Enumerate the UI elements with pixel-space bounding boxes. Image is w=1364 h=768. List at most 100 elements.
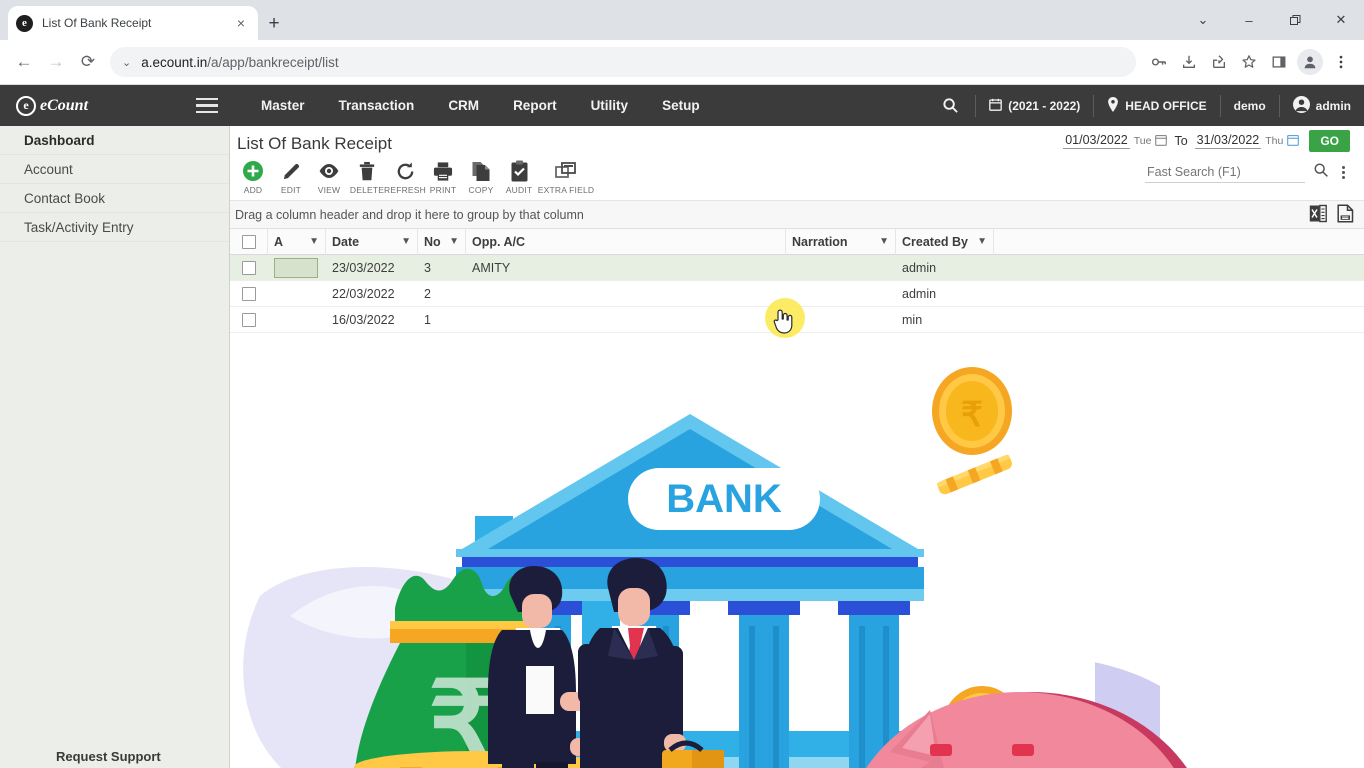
global-search-icon[interactable] xyxy=(926,97,975,114)
fiscal-period-selector[interactable]: (2021 - 2022) xyxy=(975,94,1093,117)
print-button[interactable]: PRINT xyxy=(424,158,462,195)
table-row[interactable]: 22/03/2022 2 admin xyxy=(230,281,1364,307)
user-menu[interactable]: admin xyxy=(1278,94,1364,117)
sidebar-item-account[interactable]: Account xyxy=(0,155,229,184)
window-maximize-button[interactable] xyxy=(1272,0,1318,40)
to-date-input[interactable]: 31/03/2022 xyxy=(1194,133,1262,149)
to-date-calendar-icon[interactable] xyxy=(1287,134,1300,149)
extra-field-icon xyxy=(555,158,577,184)
company-label-chip[interactable]: demo xyxy=(1219,94,1279,117)
window-close-button[interactable]: ✕ xyxy=(1318,0,1364,40)
from-date-calendar-icon[interactable] xyxy=(1155,134,1168,149)
fast-search-more-icon[interactable] xyxy=(1337,164,1350,181)
row-select-cell[interactable] xyxy=(230,307,268,333)
group-by-dropzone[interactable]: Drag a column header and drop it here to… xyxy=(230,200,1364,229)
row-select-cell[interactable] xyxy=(230,255,268,281)
site-info-chevron-icon[interactable]: ⌄ xyxy=(122,56,131,69)
filter-funnel-icon[interactable]: ▼ xyxy=(449,236,459,247)
share-icon[interactable] xyxy=(1204,47,1234,77)
install-icon[interactable] xyxy=(1174,47,1204,77)
header-right-group: (2021 - 2022) HEAD OFFICE demo admin xyxy=(926,85,1364,126)
right-person-shirt xyxy=(608,626,660,690)
row-select-cell[interactable] xyxy=(230,281,268,307)
select-all-checkbox[interactable] xyxy=(241,234,256,249)
piggy-body-shadow xyxy=(873,692,1187,768)
nav-item-master[interactable]: Master xyxy=(244,85,322,126)
extra-field-button[interactable]: EXTRA FIELD xyxy=(538,158,594,195)
reload-icon[interactable]: ⟳ xyxy=(72,46,104,78)
sidebar-item-label: Contact Book xyxy=(24,190,106,206)
nav-item-transaction[interactable]: Transaction xyxy=(322,85,432,126)
ecount-mark-icon: e xyxy=(16,95,36,116)
pdf-export-icon[interactable] xyxy=(1337,204,1354,228)
bank-building: BANK xyxy=(456,414,924,768)
chrome-menu-icon[interactable] xyxy=(1326,47,1356,77)
sidebar-item-task-activity-entry[interactable]: Task/Activity Entry xyxy=(0,213,229,242)
window-controls: ⌄ – ✕ xyxy=(1180,0,1364,40)
sidebar-item-contact-book[interactable]: Contact Book xyxy=(0,184,229,213)
menu-toggle-icon[interactable] xyxy=(184,85,230,126)
location-selector[interactable]: HEAD OFFICE xyxy=(1093,94,1219,117)
nav-item-report[interactable]: Report xyxy=(496,85,574,126)
grid-header-label: Opp. A/C xyxy=(472,234,526,249)
nav-item-utility[interactable]: Utility xyxy=(574,85,646,126)
audit-button[interactable]: AUDIT xyxy=(500,158,538,195)
tab-close-icon[interactable]: × xyxy=(232,14,250,32)
side-panel-icon[interactable] xyxy=(1264,47,1294,77)
nav-item-crm[interactable]: CRM xyxy=(431,85,496,126)
fast-search-icon[interactable] xyxy=(1313,162,1329,183)
row-cell-a[interactable] xyxy=(268,255,326,281)
view-button[interactable]: VIEW xyxy=(310,158,348,195)
piggy-ear xyxy=(890,710,945,768)
go-button[interactable]: GO xyxy=(1309,130,1350,152)
row-cell-a[interactable] xyxy=(268,307,326,333)
forward-icon[interactable]: → xyxy=(40,46,72,78)
filter-funnel-icon[interactable]: ▼ xyxy=(309,236,319,247)
request-support-link[interactable]: Request Support xyxy=(0,744,230,768)
table-row[interactable]: 23/03/2022 3 AMITY admin xyxy=(230,255,1364,281)
grid-header-a[interactable]: A ▼ xyxy=(268,228,326,255)
tab-search-chevron-icon[interactable]: ⌄ xyxy=(1180,0,1226,40)
add-button[interactable]: ADD xyxy=(234,158,272,195)
grid-header-date[interactable]: Date ▼ xyxy=(326,228,418,255)
left-person-shirt xyxy=(510,628,568,686)
filter-funnel-icon[interactable]: ▼ xyxy=(879,236,889,247)
grid-header-opp-ac[interactable]: Opp. A/C xyxy=(466,228,786,255)
edit-button[interactable]: EDIT xyxy=(272,158,310,195)
grid-header-select-all[interactable] xyxy=(230,228,268,255)
table-row[interactable]: 16/03/2022 1 min xyxy=(230,307,1364,333)
row-cell-created-by: admin xyxy=(902,260,937,275)
app-logo[interactable]: e eCount xyxy=(0,85,184,126)
window-minimize-button[interactable]: – xyxy=(1226,0,1272,40)
sidebar-item-dashboard[interactable]: Dashboard xyxy=(0,126,229,155)
row-checkbox[interactable] xyxy=(242,312,256,327)
page-title: List Of Bank Receipt xyxy=(237,134,392,153)
row-checkbox[interactable] xyxy=(242,286,256,301)
grid-header-label: Narration xyxy=(792,234,848,249)
delete-button[interactable]: DELETE xyxy=(348,158,386,195)
bookmark-star-icon[interactable] xyxy=(1234,47,1264,77)
refresh-button[interactable]: REFRESH xyxy=(384,158,426,195)
new-tab-button[interactable]: + xyxy=(262,12,286,36)
grid-header-created-by[interactable]: Created By ▼ xyxy=(896,228,994,255)
excel-export-icon[interactable] xyxy=(1309,204,1327,228)
back-icon[interactable]: ← xyxy=(8,46,40,78)
grid-header-label: A xyxy=(274,234,284,249)
row-cell-a[interactable] xyxy=(268,281,326,307)
toolbar-label: ADD xyxy=(243,185,263,195)
filter-funnel-icon[interactable]: ▼ xyxy=(401,236,411,247)
grid-header-narration[interactable]: Narration ▼ xyxy=(786,228,896,255)
grid-header-no[interactable]: No ▼ xyxy=(418,228,466,255)
browser-tab[interactable]: e List Of Bank Receipt × xyxy=(8,6,258,40)
fast-search-input[interactable] xyxy=(1145,162,1305,183)
key-icon[interactable] xyxy=(1144,47,1174,77)
filter-funnel-icon[interactable]: ▼ xyxy=(977,236,987,247)
address-bar[interactable]: ⌄ a.ecount.in/a/app/bankreceipt/list xyxy=(110,47,1136,77)
row-checkbox[interactable] xyxy=(242,260,256,275)
profile-avatar-icon[interactable] xyxy=(1297,49,1323,75)
nav-item-setup[interactable]: Setup xyxy=(645,85,717,126)
from-date-input[interactable]: 01/03/2022 xyxy=(1063,133,1130,149)
svg-text:₹: ₹ xyxy=(961,396,983,434)
grid-header-label: No xyxy=(424,234,441,249)
copy-button[interactable]: COPY xyxy=(462,158,500,195)
